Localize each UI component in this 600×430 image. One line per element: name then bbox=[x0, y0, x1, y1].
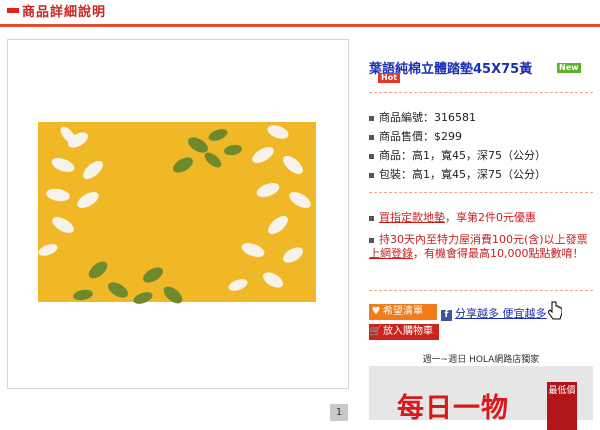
bullet-icon bbox=[369, 134, 374, 140]
banner-caption: 週一~週日 HOLA網路店獨家 bbox=[422, 355, 540, 365]
spec-item-package: 包裝：高1，寬45，深75（公分） bbox=[369, 166, 546, 182]
bullet-icon bbox=[369, 115, 374, 121]
spec-item-size: 商品：高1，寬45，深75（公分） bbox=[369, 147, 546, 163]
section-header: 商品詳細說明 bbox=[0, 0, 600, 27]
cart-icon: 🛒 bbox=[369, 326, 383, 337]
facebook-icon: f bbox=[441, 310, 452, 321]
bullet-icon bbox=[369, 215, 374, 221]
add-to-cart-button[interactable]: 🛒放入購物車 bbox=[369, 324, 439, 340]
daily-deal-banner[interactable]: 週一~週日 HOLA網路店獨家 每日一物 最低價 bbox=[369, 352, 593, 430]
divider bbox=[369, 192, 593, 193]
section-title: 商品詳細說明 bbox=[22, 5, 107, 20]
lowest-price-tag: 最低價 bbox=[547, 382, 577, 430]
product-image bbox=[38, 122, 316, 304]
divider bbox=[369, 290, 593, 291]
product-image-frame[interactable]: 1 bbox=[7, 39, 349, 421]
gallery-page-button[interactable]: 1 bbox=[330, 404, 348, 421]
promo-link-register[interactable]: 上網登錄 bbox=[369, 247, 413, 260]
bullet-icon bbox=[369, 172, 374, 178]
bullet-icon bbox=[369, 237, 374, 243]
banner-title: 每日一物 bbox=[397, 393, 509, 424]
hand-cursor-icon bbox=[548, 301, 562, 320]
hot-badge: Hot bbox=[378, 73, 401, 83]
divider bbox=[369, 92, 593, 93]
new-badge: New bbox=[557, 63, 581, 73]
promo-item-2: 持30天內至特力屋消費100元(含)以上發票上網登錄，有機會得最高10,000點… bbox=[369, 233, 588, 260]
banner-body: 每日一物 最低價 bbox=[369, 366, 593, 430]
header-bar-icon bbox=[7, 8, 19, 13]
promo-link-mats[interactable]: 買指定款地墊 bbox=[379, 211, 445, 224]
spec-item-number: 商品編號：316581 bbox=[369, 109, 476, 125]
header-rule bbox=[0, 24, 600, 27]
spec-item-price: 商品售價：$299 bbox=[369, 128, 462, 144]
wishlist-button[interactable]: ♥ 希望清單 bbox=[369, 304, 437, 320]
bullet-icon bbox=[369, 153, 374, 159]
promo-item-1: 買指定款地墊，享第2件0元優惠 bbox=[369, 211, 595, 225]
heart-icon: ♥ bbox=[371, 306, 381, 317]
share-link[interactable]: f 分享越多 便宜越多 bbox=[441, 305, 547, 321]
